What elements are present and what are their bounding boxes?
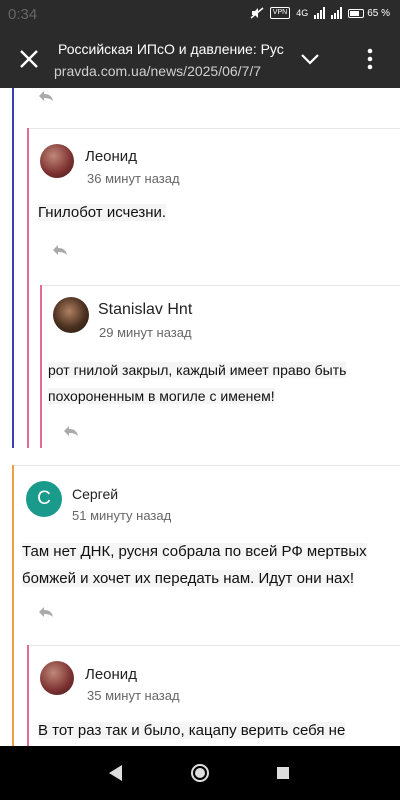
- comment-thread-bar: [40, 285, 42, 448]
- comment-time: 51 минуту назад: [72, 508, 172, 523]
- comment-text-line: Там нет ДНК, русня собрала по всей РФ ме…: [22, 543, 367, 560]
- battery-percent: 65 %: [367, 7, 390, 19]
- browser-toolbar: Российская ИПсО и давление: Рус pravda.c…: [0, 30, 400, 88]
- vpn-badge: VPN: [269, 7, 291, 19]
- comment-thread-bar: [27, 128, 29, 448]
- chevron-down-icon[interactable]: [299, 50, 321, 68]
- signal-icon: [314, 7, 326, 19]
- recents-icon[interactable]: [276, 766, 290, 780]
- battery-icon: [348, 8, 365, 18]
- comment-text: Гнилобот исчезни.: [38, 200, 167, 226]
- comment-author[interactable]: Леонид: [85, 148, 137, 165]
- status-bar: 0:34 VPN 4G 65 %: [0, 0, 400, 30]
- comment-text: В тот раз так и было, кацапу верить себя…: [38, 718, 346, 744]
- page-url[interactable]: pravda.com.ua/news/2025/06/7/7: [54, 63, 290, 79]
- reply-icon[interactable]: [38, 90, 54, 102]
- battery-indicator: 65 %: [348, 8, 390, 19]
- thread-line-blue: [12, 88, 14, 448]
- avatar[interactable]: [53, 297, 89, 333]
- reply-icon[interactable]: [52, 244, 68, 256]
- comment-time: 29 минут назад: [99, 325, 192, 340]
- comment-time: 35 минут назад: [87, 688, 180, 703]
- close-icon[interactable]: [16, 46, 42, 72]
- avatar[interactable]: С: [26, 481, 62, 517]
- status-icons: VPN 4G 65 %: [250, 7, 390, 19]
- comment-divider: [27, 645, 400, 646]
- comment-divider: [40, 285, 400, 286]
- mute-icon: [250, 7, 264, 19]
- comment-author[interactable]: Сергей: [72, 486, 118, 502]
- comment-text: Там нет ДНК, русня собрала по всей РФ ме…: [22, 538, 367, 592]
- comment-text-line: бомжей и хочет их передать нам. Идут они…: [22, 570, 355, 587]
- thread-line-orange: [12, 465, 14, 746]
- comment-text-line: похороненным в могиле с именем!: [48, 388, 275, 404]
- signal-icon-2: [331, 7, 343, 19]
- screen: 0:34 VPN 4G 65 % Российская ИПсО и давле…: [0, 0, 400, 800]
- comment-divider: [27, 128, 400, 129]
- system-nav-bar: [0, 746, 400, 800]
- avatar[interactable]: [40, 144, 74, 178]
- comment-text: рот гнилой закрыл, каждый имеет право бы…: [48, 357, 347, 409]
- more-vert-icon[interactable]: [360, 46, 380, 72]
- comment-author[interactable]: Stanislav Hnt: [98, 301, 192, 319]
- home-icon[interactable]: [190, 763, 210, 783]
- avatar[interactable]: [40, 661, 74, 695]
- network-type-label: 4G: [296, 8, 309, 18]
- comment-thread-bar: [27, 645, 29, 746]
- reply-icon[interactable]: [63, 425, 79, 437]
- status-time: 0:34: [8, 6, 38, 23]
- page-title: Российская ИПсО и давление: Рус: [58, 41, 284, 57]
- comment-text-line: В тот раз так и было, кацапу верить себя…: [38, 722, 346, 739]
- comment-text-line: Гнилобот исчезни.: [38, 204, 167, 221]
- comment-divider: [14, 465, 400, 466]
- comment-text-line: рот гнилой закрыл, каждый имеет право бы…: [48, 362, 347, 378]
- comment-time: 36 минут назад: [87, 171, 180, 186]
- comment-author[interactable]: Леонид: [85, 666, 137, 683]
- reply-icon[interactable]: [38, 606, 54, 618]
- back-icon[interactable]: [108, 764, 124, 782]
